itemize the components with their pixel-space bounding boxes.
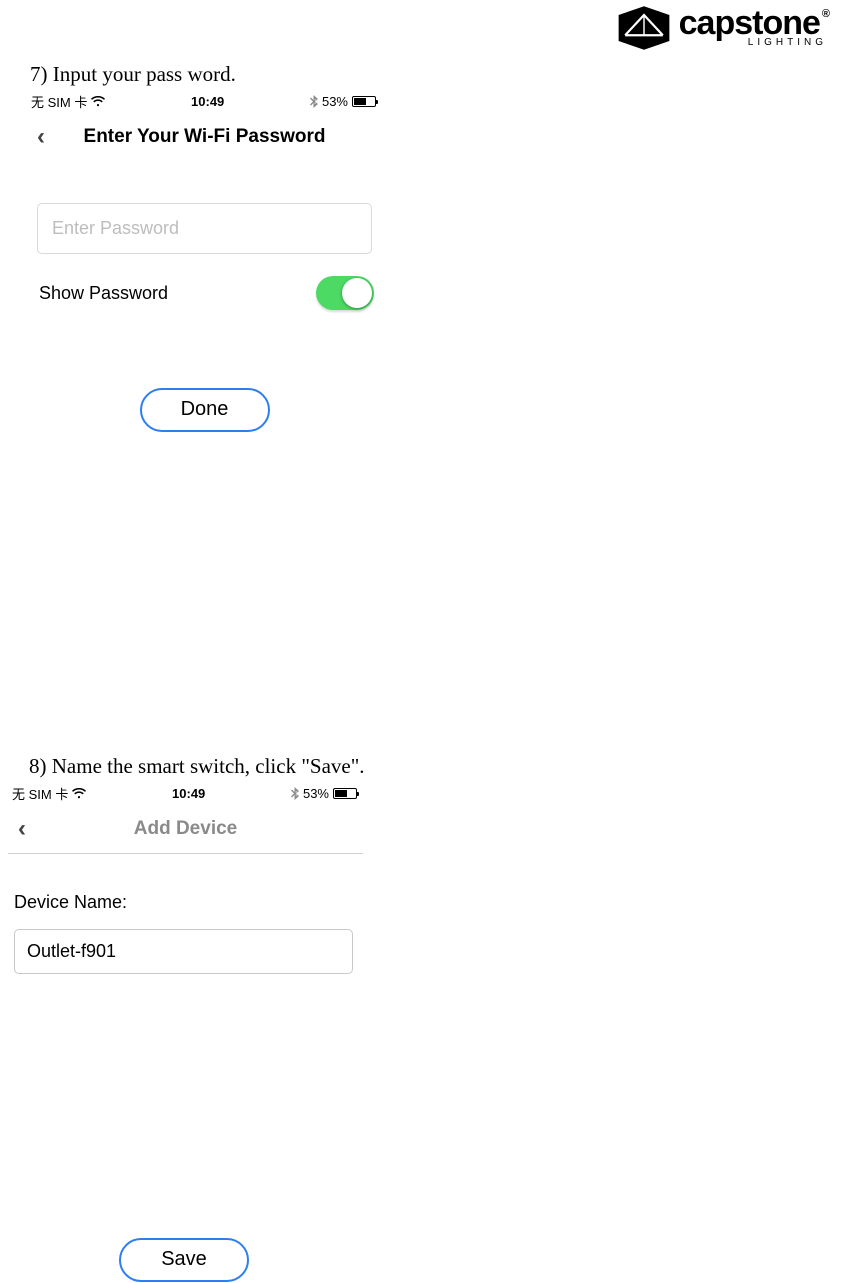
bluetooth-icon: [310, 95, 318, 108]
status-bar: 无 SIM 卡 10:49 53%: [8, 782, 363, 803]
device-name-label: Device Name:: [14, 892, 363, 913]
wifi-icon: [91, 96, 105, 107]
back-button[interactable]: ‹: [18, 817, 42, 841]
save-button[interactable]: Save: [119, 1238, 249, 1282]
battery-text: 53%: [303, 786, 329, 801]
wifi-icon: [72, 788, 86, 799]
clock-text: 10:49: [172, 786, 205, 801]
bluetooth-icon: [291, 787, 299, 800]
brand-mark-icon: [615, 6, 673, 50]
brand-logo: capstone ® LIGHTING: [615, 6, 829, 50]
carrier-text: 无 SIM 卡: [31, 92, 87, 111]
show-password-toggle[interactable]: [316, 276, 374, 310]
step8-caption: 8) Name the smart switch, click "Save".: [29, 754, 365, 779]
carrier-text: 无 SIM 卡: [12, 784, 68, 803]
step7-screenshot: 无 SIM 卡 10:49 53% ‹ Enter Your Wi-Fi Pas…: [27, 90, 382, 695]
nav-title: Add Device: [42, 818, 329, 840]
device-name-input-wrapper[interactable]: [14, 929, 353, 974]
show-password-label: Show Password: [39, 283, 168, 304]
battery-text: 53%: [322, 94, 348, 109]
password-input-wrapper[interactable]: [37, 203, 372, 254]
device-name-input[interactable]: [27, 941, 340, 962]
nav-title: Enter Your Wi-Fi Password: [61, 126, 348, 148]
step8-screenshot: 无 SIM 卡 10:49 53% ‹ Add Device Device Na…: [8, 782, 363, 1282]
battery-icon: [352, 96, 376, 107]
step7-caption: 7) Input your pass word.: [30, 62, 236, 87]
back-button[interactable]: ‹: [37, 125, 61, 149]
brand-registered: ®: [822, 10, 829, 20]
nav-bar: ‹ Add Device: [8, 803, 363, 854]
done-button[interactable]: Done: [140, 388, 270, 432]
brand-subtitle: LIGHTING: [748, 37, 827, 48]
status-bar: 无 SIM 卡 10:49 53%: [27, 90, 382, 111]
nav-bar: ‹ Enter Your Wi-Fi Password: [27, 111, 382, 161]
battery-icon: [333, 788, 357, 799]
clock-text: 10:49: [191, 94, 224, 109]
brand-word: capstone: [679, 8, 820, 39]
toggle-knob: [342, 278, 372, 308]
password-input[interactable]: [52, 218, 357, 239]
